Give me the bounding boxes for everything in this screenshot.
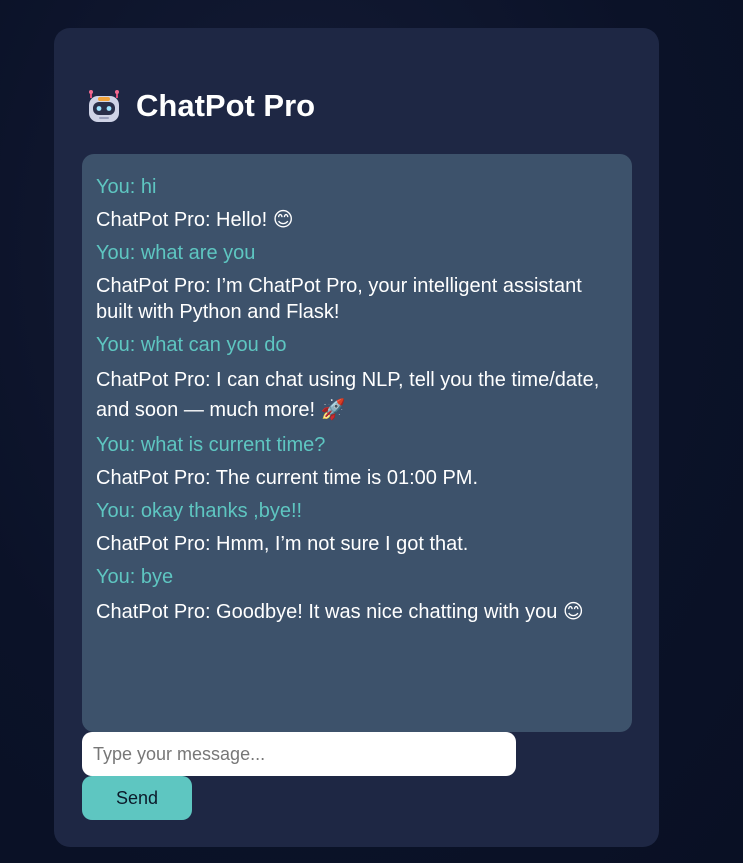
robot-icon [89, 90, 119, 122]
page-background: ChatPot Pro You: hi ChatPot Pro: Hello! … [0, 0, 743, 863]
chat-log[interactable]: You: hi ChatPot Pro: Hello! 😊 You: what … [82, 154, 632, 732]
user-message: You: what are you [96, 242, 256, 264]
send-button[interactable]: Send [82, 776, 192, 820]
user-message: You: okay thanks ,bye!! [96, 500, 303, 522]
bot-message: ChatPot Pro: Goodbye! It was nice chatti… [96, 601, 584, 623]
user-message: You: hi [96, 176, 157, 198]
bot-message: ChatPot Pro: Hmm, I’m not sure I got tha… [96, 533, 469, 555]
chat-card: ChatPot Pro You: hi ChatPot Pro: Hello! … [54, 28, 659, 847]
bot-message: ChatPot Pro: I’m ChatPot Pro, your intel… [96, 275, 582, 323]
bot-message: ChatPot Pro: The current time is 01:00 P… [96, 467, 479, 489]
user-message: You: bye [96, 566, 174, 588]
user-message: You: what can you do [96, 334, 287, 356]
chat-header: ChatPot Pro [86, 88, 315, 124]
page-title: ChatPot Pro [136, 88, 316, 123]
user-message: You: what is current time? [96, 434, 326, 456]
bot-message: ChatPot Pro: Hello! 😊 [96, 209, 294, 231]
message-input[interactable] [82, 732, 516, 776]
bot-message: ChatPot Pro: I can chat using NLP, tell … [96, 369, 600, 421]
